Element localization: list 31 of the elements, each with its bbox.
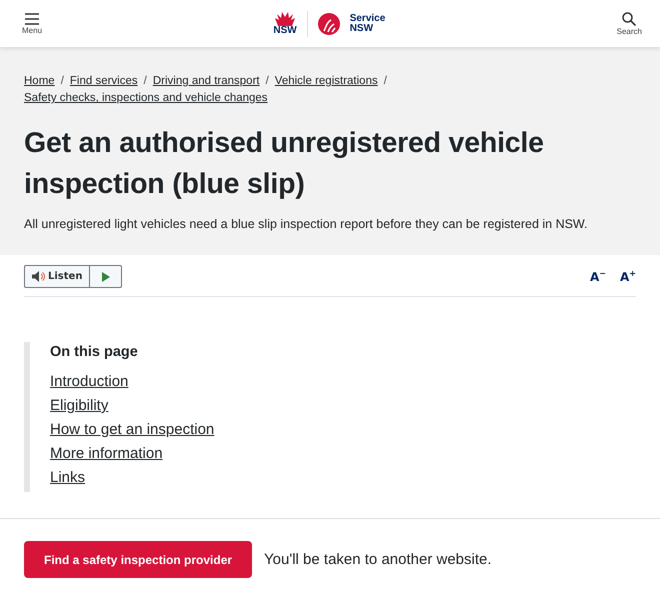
breadcrumb-link[interactable]: Find services	[70, 73, 138, 90]
search-button[interactable]: Search	[616, 12, 642, 36]
breadcrumb-link[interactable]: Home	[24, 73, 55, 90]
page-section-link[interactable]: Introduction	[50, 370, 128, 394]
brand-icon	[318, 12, 340, 34]
menu-icon	[25, 12, 39, 24]
breadcrumb-separator: /	[384, 74, 387, 89]
page-section-link[interactable]: Links	[50, 466, 86, 490]
page-section-link[interactable]: Eligibility	[50, 394, 108, 418]
search-icon	[622, 12, 636, 26]
logo-text: NSW	[273, 26, 297, 36]
find-provider-button[interactable]: Find a safety inspection provider	[24, 541, 252, 578]
external-site-note: You'll be taken to another website.	[264, 551, 492, 568]
breadcrumb-separator: /	[144, 74, 147, 89]
breadcrumb-link[interactable]: Vehicle registrations	[274, 73, 378, 90]
intro-text: All unregistered light vehicles need a blue slip inspection report before they can be registered in NSW.	[24, 217, 589, 231]
brand-name: Service NSW	[350, 14, 386, 34]
speaker-icon	[32, 271, 45, 282]
text-size-button[interactable]: A$^{+}$	[620, 269, 636, 284]
breadcrumb-link[interactable]: Safety checks, inspections and vehicle changes	[24, 90, 268, 107]
play-icon	[102, 272, 110, 282]
breadcrumb-separator: /	[266, 74, 269, 89]
menu-button[interactable]: Menu	[22, 12, 42, 34]
waratah-icon	[274, 12, 296, 26]
page-section-link[interactable]: More information	[50, 442, 163, 466]
breadcrumb-link[interactable]: Driving and transport	[152, 73, 260, 90]
text-size-button[interactable]: A$^{−}$	[590, 269, 606, 284]
page-title: Get an authorised unregistered vehicle inspection (blue slip)	[24, 126, 545, 202]
on-this-page-heading: On this page	[50, 344, 139, 360]
breadcrumb-separator: /	[60, 74, 64, 89]
page-section-link[interactable]: How to get an inspection	[50, 418, 214, 442]
